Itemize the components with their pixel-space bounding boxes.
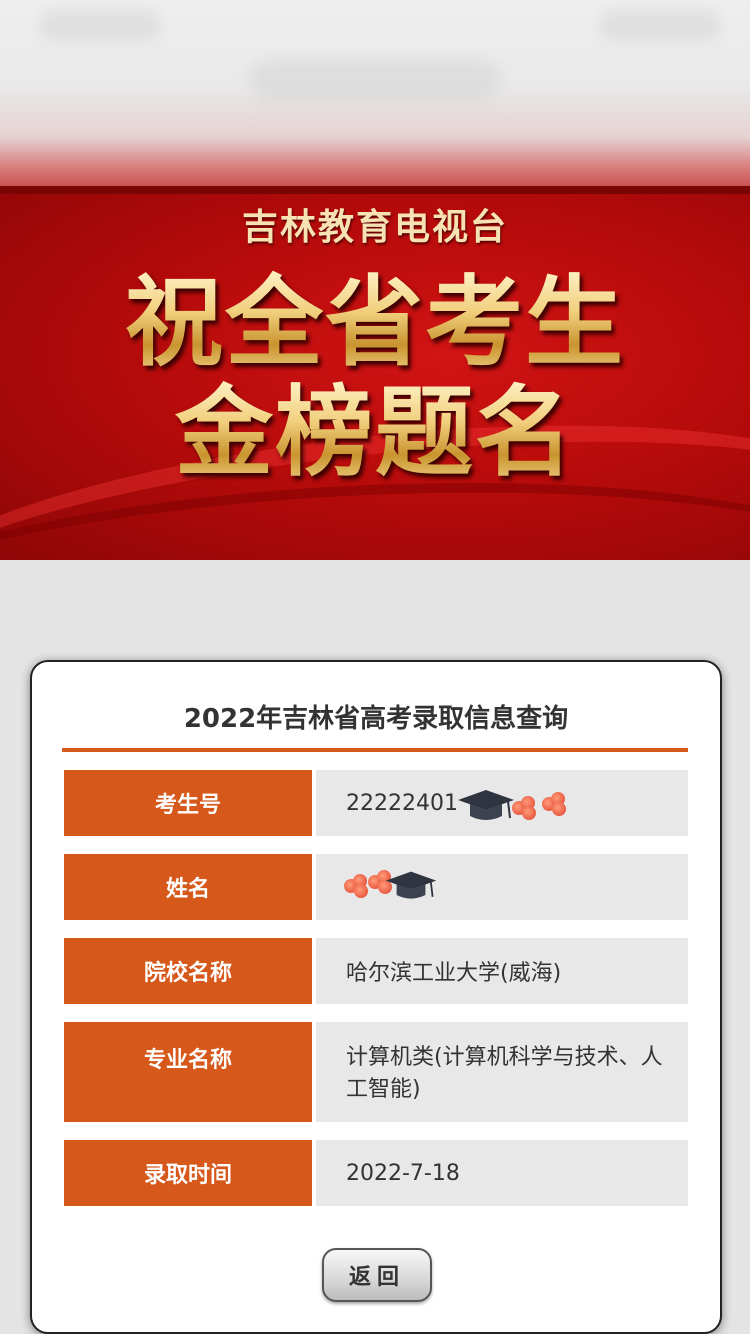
info-row-name: 姓名 [64, 854, 688, 920]
row-value: 哈尔滨工业大学(威海) [316, 938, 688, 1004]
graduation-cap-icon [458, 790, 514, 820]
row-label: 考生号 [64, 770, 312, 836]
back-button[interactable]: 返回 [322, 1248, 432, 1302]
card-title: 2022年吉林省高考录取信息查询 [183, 704, 569, 734]
banner-headline-line2: 金榜题名 [0, 378, 750, 488]
banner-top-strip [0, 186, 750, 194]
banner-subtitle: 吉林教育电视台 [241, 207, 508, 248]
info-row-major: 专业名称 计算机类(计算机科学与技术、人工智能) [64, 1022, 688, 1122]
banner-headline-line1: 祝全省考生 [0, 268, 750, 378]
flower-sticker-icon [512, 796, 536, 820]
row-label: 院校名称 [64, 938, 312, 1004]
celebration-banner: 吉林教育电视台 祝全省考生 金榜题名 [0, 186, 750, 560]
flower-sticker-icon [344, 874, 368, 898]
row-label: 姓名 [64, 854, 312, 920]
row-label: 录取时间 [64, 1140, 312, 1206]
info-row-exam-number: 考生号 22222401 [64, 770, 688, 836]
exam-number-value: 22222401 [346, 790, 458, 816]
info-row-admission-date: 录取时间 2022-7-18 [64, 1140, 688, 1206]
row-label: 专业名称 [64, 1022, 312, 1122]
blurred-header [0, 0, 750, 190]
admission-info-card: 2022年吉林省高考录取信息查询 考生号 22222401 姓名 院校名称 哈尔… [30, 660, 722, 1334]
graduation-cap-icon [385, 871, 437, 899]
flower-sticker-icon [542, 792, 566, 816]
row-value: 计算机类(计算机科学与技术、人工智能) [316, 1022, 688, 1122]
card-divider [62, 748, 688, 752]
row-value: 2022-7-18 [316, 1140, 688, 1206]
info-row-school: 院校名称 哈尔滨工业大学(威海) [64, 938, 688, 1004]
